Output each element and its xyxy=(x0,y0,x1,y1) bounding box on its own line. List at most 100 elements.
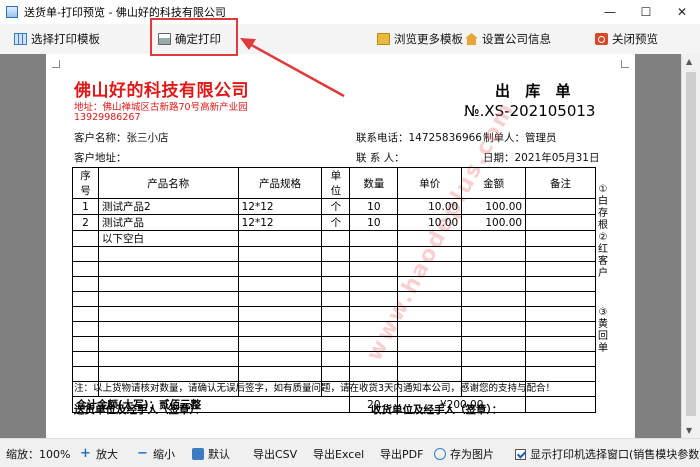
company-settings-button[interactable]: 设置公司信息 xyxy=(465,30,551,48)
export-excel-button[interactable]: 导出Excel xyxy=(313,446,364,462)
table-row xyxy=(72,291,596,307)
document-date: 日期：2021年05月31日 xyxy=(483,152,600,164)
reset-zoom-label: 默认 xyxy=(208,448,230,461)
home-icon xyxy=(465,33,478,45)
company-name: 佛山好的科技有限公司 xyxy=(74,81,249,101)
vertical-scrollbar[interactable]: ▲ ▼ xyxy=(681,54,700,438)
zoom-in-label: 放大 xyxy=(96,448,118,461)
customer-name: 张三小店 xyxy=(126,132,169,144)
zoom-in-button[interactable]: + 放大 xyxy=(80,446,118,462)
customer-address-label: 客户地址： xyxy=(74,152,127,164)
cell-amount: 100.00 xyxy=(461,214,527,231)
zoom-out-label: 缩小 xyxy=(153,448,175,461)
table-row: 以下空白 xyxy=(72,230,596,247)
table-header-row: 序号 产品名称 产品规格 单位 数量 单价 金额 备注 xyxy=(72,167,596,199)
print-preview-window: 送货单-打印预览 - 佛山好的科技有限公司 — ☐ ✕ 选择打印模板 确定打印 … xyxy=(0,0,700,467)
minimize-button[interactable]: — xyxy=(592,0,628,24)
show-printer-dialog-checkbox[interactable]: 显示打印机选择窗口(销售模块参数) xyxy=(515,446,700,462)
table-row xyxy=(72,336,596,352)
save-image-button[interactable]: 存为图片 xyxy=(434,446,494,462)
select-template-label: 选择打印模板 xyxy=(31,32,100,46)
export-pdf-button[interactable]: 导出PDF xyxy=(380,446,423,462)
show-printer-dialog-label: 显示打印机选择窗口(销售模块参数) xyxy=(530,448,700,461)
export-csv-button[interactable]: 导出CSV xyxy=(253,446,297,462)
template-grid-icon xyxy=(14,33,27,45)
cell-spec: 12*12 xyxy=(237,214,323,231)
table-row xyxy=(72,276,596,292)
toolbar: 选择打印模板 确定打印 浏览更多模板 设置公司信息 关闭预览 xyxy=(0,24,700,54)
column-header: 产品名称 xyxy=(97,167,239,199)
plus-icon: + xyxy=(80,446,91,461)
column-header: 备注 xyxy=(525,167,596,199)
checkbox-checked-icon[interactable] xyxy=(515,448,526,460)
table-row xyxy=(72,261,596,277)
cell-price xyxy=(397,230,463,247)
close-button[interactable]: ✕ xyxy=(664,0,700,24)
scroll-up-icon[interactable]: ▲ xyxy=(686,57,692,66)
document-title: 出 库 单 xyxy=(495,82,576,100)
table-row: 1 测试产品2 12*12 个 10 10.00 100.00 xyxy=(72,198,596,215)
save-image-label: 存为图片 xyxy=(450,448,494,461)
scroll-down-icon[interactable]: ▼ xyxy=(686,426,692,435)
browse-templates-button[interactable]: 浏览更多模板 xyxy=(377,30,463,48)
cell-product: 测试产品 xyxy=(97,214,239,231)
document-number: №.XS-202105013 xyxy=(464,102,596,120)
reset-icon xyxy=(192,448,204,460)
cell-amount xyxy=(461,230,527,247)
scroll-thumb[interactable] xyxy=(686,72,696,416)
maximize-button[interactable]: ☐ xyxy=(628,0,664,24)
cell-index xyxy=(72,230,99,247)
annotation-arrow xyxy=(240,38,345,98)
customer-name-row: 客户名称：张三小店 xyxy=(74,130,169,145)
zoom-level: 缩放：100% xyxy=(6,448,71,461)
sender-signature: 送货单位及经手人（签章）： xyxy=(74,404,206,416)
cell-unit: 个 xyxy=(321,214,351,231)
contact-person: 联 系 人： xyxy=(356,152,405,164)
preview-area[interactable]: 佛山好的科技有限公司 地址：佛山禅城区古新路70号高新产业园 139299862… xyxy=(0,54,700,438)
browse-templates-label: 浏览更多模板 xyxy=(394,32,463,46)
copy-label-red: ②红客户 xyxy=(598,232,608,279)
cell-unit xyxy=(321,230,351,247)
cell-index: 1 xyxy=(72,198,99,215)
cell-spec xyxy=(237,230,323,247)
table-row xyxy=(72,306,596,322)
window-title: 送货单-打印预览 - 佛山好的科技有限公司 xyxy=(24,6,226,19)
cell-index: 2 xyxy=(72,214,99,231)
minus-icon: − xyxy=(137,446,148,461)
company-address: 地址：佛山禅城区古新路70号高新产业园 xyxy=(74,102,248,113)
close-preview-button[interactable]: 关闭预览 xyxy=(595,30,658,48)
close-preview-label: 关闭预览 xyxy=(612,32,658,46)
table-row xyxy=(72,351,596,367)
cell-product: 以下空白 xyxy=(97,230,239,247)
cell-qty: 10 xyxy=(349,214,399,231)
app-icon xyxy=(6,6,18,18)
crop-mark xyxy=(52,60,60,68)
items-table: 序号 产品名称 产品规格 单位 数量 单价 金额 备注 1 测试产品2 12*1 xyxy=(71,167,596,413)
cell-unit: 个 xyxy=(321,198,351,215)
cell-qty xyxy=(349,230,399,247)
cell-remark xyxy=(525,198,596,215)
select-template-button[interactable]: 选择打印模板 xyxy=(14,30,100,48)
zoom-out-button[interactable]: − 缩小 xyxy=(137,446,175,462)
column-header: 数量 xyxy=(349,167,399,199)
cell-remark xyxy=(525,230,596,247)
copy-label-yellow: ③黄回单 xyxy=(598,307,608,354)
document-page: 佛山好的科技有限公司 地址：佛山禅城区古新路70号高新产业园 139299862… xyxy=(46,54,635,438)
column-header: 序号 xyxy=(72,167,99,199)
column-header: 单价 xyxy=(397,167,463,199)
cell-amount: 100.00 xyxy=(461,198,527,215)
document-note: 注：以上货物请核对数量，请确认无误后签字，如有质量问题，请在收货3天内通知本公司… xyxy=(74,383,556,394)
column-header: 单位 xyxy=(321,167,351,199)
company-settings-label: 设置公司信息 xyxy=(482,32,551,46)
cell-price: 10.00 xyxy=(397,198,463,215)
crop-mark xyxy=(621,60,629,68)
cell-price: 10.00 xyxy=(397,214,463,231)
contact-phone: 联系电话：14725836966 xyxy=(356,132,482,144)
column-header: 金额 xyxy=(461,167,527,199)
status-bar: 缩放：100% + 放大 − 缩小 默认 导出CSV 导出Excel 导出PDF… xyxy=(0,438,700,467)
reset-zoom-button[interactable]: 默认 xyxy=(192,446,230,462)
table-row xyxy=(72,321,596,337)
title-bar: 送货单-打印预览 - 佛山好的科技有限公司 — ☐ ✕ xyxy=(0,0,700,24)
cell-qty: 10 xyxy=(349,198,399,215)
company-phone: 13929986267 xyxy=(74,112,141,123)
